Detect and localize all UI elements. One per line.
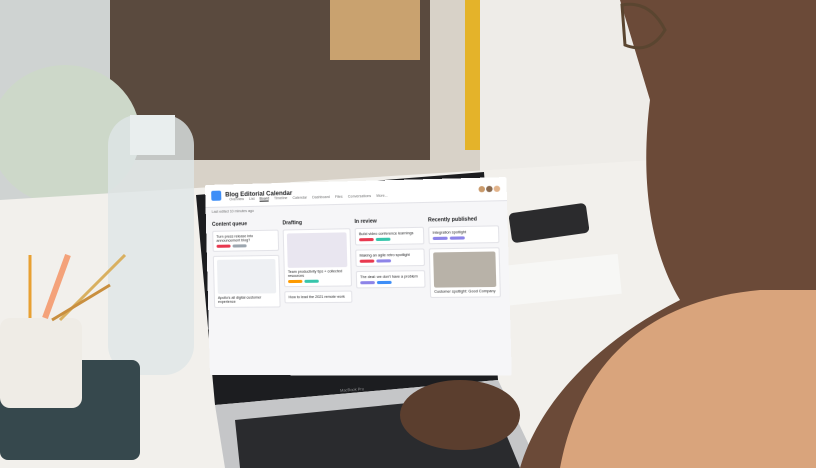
kanban-board: Content queue Turn press release into an… [206, 216, 510, 312]
card-image [286, 232, 348, 268]
task-card[interactable]: Build video conference learnings [354, 226, 425, 246]
tab-calendar[interactable]: Calendar [292, 196, 307, 201]
task-card[interactable]: Apollo's all digital customer experience [212, 254, 281, 308]
tag [359, 259, 375, 263]
tab-conversations[interactable]: Conversations [348, 194, 371, 200]
tab-overview[interactable]: Overview [229, 197, 244, 202]
tag [360, 281, 375, 285]
card-title: Making an agile retro spotlight [359, 252, 410, 258]
tag [449, 236, 465, 240]
tab-timeline[interactable]: Timeline [274, 196, 287, 201]
card-image [216, 258, 277, 294]
card-title: Customer spotlight: Good Company [434, 289, 496, 294]
card-image [433, 251, 497, 288]
tag [216, 244, 231, 248]
tag [376, 280, 392, 285]
task-card[interactable]: The deal: we don't have a problem [355, 270, 426, 289]
card-title: Team productivity tips + collected resou… [287, 269, 343, 279]
column-recently-published: Recently published Integration spotlight… [428, 216, 501, 310]
card-title: Turn press release into announcement blo… [216, 234, 254, 243]
task-card[interactable]: Making an agile retro spotlight [355, 248, 425, 267]
photo-scene: Blog Editorial Calendar Overview List Bo… [0, 0, 816, 468]
column-title: In review [354, 218, 377, 226]
tag [376, 259, 392, 263]
card-title: Apollo's all digital customer experience [217, 295, 262, 304]
tag [232, 244, 247, 248]
project-icon [211, 190, 222, 201]
tag [288, 279, 303, 284]
collaborator-avatars[interactable] [478, 185, 501, 193]
task-card[interactable]: Customer spotlight: Good Company [428, 247, 501, 299]
column-in-review: In review Build video conference learnin… [354, 217, 426, 310]
avatar[interactable] [478, 185, 486, 193]
tab-dashboard[interactable]: Dashboard [312, 195, 330, 201]
tag [432, 236, 448, 241]
tag [359, 237, 374, 242]
avatar[interactable] [486, 185, 493, 193]
tab-board[interactable]: Board [259, 196, 270, 202]
tag [304, 279, 319, 283]
tab-list[interactable]: List [249, 197, 255, 202]
card-title: The deal: we don't have a problem [360, 274, 418, 280]
task-card[interactable]: How to lead the 2021 remote work [284, 290, 353, 304]
column-drafting: Drafting Team productivity tips + collec… [282, 219, 353, 311]
tag [375, 237, 391, 242]
column-title: Recently published [427, 216, 478, 224]
task-card[interactable]: Integration spotlight [428, 225, 500, 245]
task-card[interactable]: Turn press release into announcement blo… [212, 229, 280, 252]
laptop-screen: Blog Editorial Calendar Overview List Bo… [205, 177, 512, 376]
card-title: How to lead the 2021 remote work [288, 294, 345, 300]
card-title: Build video conference learnings [358, 231, 414, 237]
task-card[interactable]: Team productivity tips + collected resou… [282, 228, 353, 288]
avatar[interactable] [493, 185, 501, 193]
tab-more[interactable]: More... [376, 194, 388, 199]
column-title: Content queue [211, 221, 248, 228]
column-content-queue: Content queue Turn press release into an… [212, 220, 281, 311]
tab-files[interactable]: Files [335, 195, 343, 200]
column-title: Drafting [282, 219, 303, 227]
card-title: Integration spotlight [432, 230, 467, 235]
